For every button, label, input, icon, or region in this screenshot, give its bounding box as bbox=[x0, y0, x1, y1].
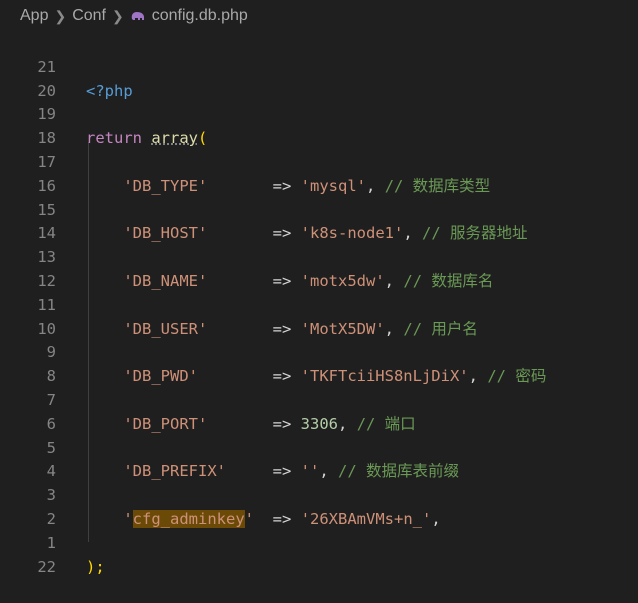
code-line: 22 bbox=[0, 532, 638, 576]
code-line: 4 bbox=[0, 437, 638, 480]
breadcrumb: App ❯ Conf ❯ config.db.php bbox=[0, 0, 638, 32]
php-elephant-icon bbox=[131, 12, 144, 20]
code-line: 18 bbox=[0, 103, 638, 147]
code-line: 14 bbox=[0, 199, 638, 242]
breadcrumb-app[interactable]: App bbox=[20, 7, 48, 25]
code-line: 5 'DB_PREFIX' => '', // 数据库表前缀 bbox=[0, 413, 638, 481]
code-line: 2 bbox=[0, 484, 638, 528]
code-line: 17 'DB_TYPE' => 'mysql', // 数据库类型 bbox=[0, 127, 638, 195]
code-line: 16 bbox=[0, 151, 638, 195]
close-statement: ); bbox=[86, 557, 105, 576]
breadcrumb-conf[interactable]: Conf bbox=[72, 7, 106, 25]
code-line: 11 'DB_USER' => 'MotX5DW', // 用户名 bbox=[0, 270, 638, 338]
breadcrumb-file[interactable]: config.db.php bbox=[152, 7, 248, 25]
chevron-right-icon: ❯ bbox=[112, 7, 124, 24]
code-line: 9 'DB_PWD' => 'TKFTciiHS8nLjDiX', // 密码 bbox=[0, 318, 638, 385]
chevron-right-icon: ❯ bbox=[54, 7, 67, 24]
code-line: 3 'cfg_adminkey' => '26XBAmVMs+n_', bbox=[0, 460, 638, 528]
code-line: 7 'DB_PORT' => 3306, // 端口 bbox=[0, 365, 638, 433]
code-line: 13 'DB_NAME' => 'motx5dw', // 数据库名 bbox=[0, 222, 638, 290]
code-line: 8 bbox=[0, 341, 638, 385]
code-line: 19 return array( bbox=[0, 80, 638, 147]
code-line: 1 ); bbox=[0, 508, 638, 576]
line-number: 22 bbox=[37, 557, 56, 576]
code-line: 15 'DB_HOST' => 'k8s-node1', // 服务器地址 bbox=[0, 175, 638, 243]
code-editor[interactable]: 21 <?php 20 19 return array( 18 17 'DB_T… bbox=[0, 32, 638, 576]
code-line: 10 bbox=[0, 294, 638, 338]
code-line: 12 bbox=[0, 246, 638, 290]
code-line: 21 <?php bbox=[0, 32, 638, 100]
code-line: 20 bbox=[0, 56, 638, 100]
code-line: 6 bbox=[0, 389, 638, 433]
